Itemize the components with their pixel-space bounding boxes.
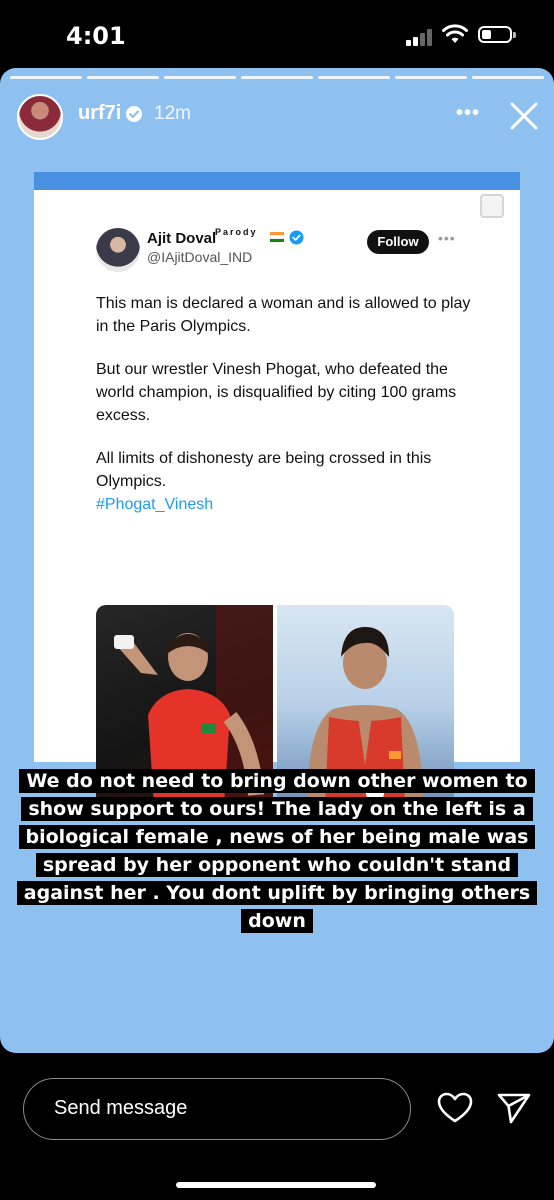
caption-line: We do not need to bring down other women…: [19, 769, 535, 793]
clock: 4:01: [66, 22, 126, 50]
home-indicator[interactable]: [176, 1182, 376, 1188]
caption-line: biological female , news of her being ma…: [18, 825, 536, 849]
story-timestamp: 12m: [154, 103, 191, 124]
caption-line: spread by her opponent who couldn't stan…: [35, 853, 519, 877]
story-username[interactable]: urf7i: [78, 102, 121, 125]
close-icon[interactable]: [506, 98, 542, 134]
caption-line: against her . You dont uplift by bringin…: [16, 881, 538, 905]
tweet-more-icon: •••: [438, 230, 456, 246]
parody-label: Parody: [215, 227, 258, 237]
tweet-body: This man is declared a woman and is allo…: [96, 292, 476, 516]
tweet-paragraph: All limits of dishonesty are being cross…: [96, 450, 432, 490]
send-icon[interactable]: [497, 1092, 531, 1124]
wifi-icon: [442, 24, 468, 43]
story-caption: We do not need to bring down other women…: [10, 767, 544, 935]
tweet-author-name: Ajit Doval: [147, 230, 217, 247]
tweet-paragraph: This man is declared a woman and is allo…: [96, 295, 471, 335]
tweet-card: Ajit Doval Parody @IAjitDoval_IND Follow…: [34, 172, 520, 805]
tweet-author-avatar: [96, 228, 140, 272]
tweet-paragraph: But our wrestler Vinesh Phogat, who defe…: [96, 361, 457, 424]
caption-line: show support to ours! The lady on the le…: [21, 797, 533, 821]
heart-icon[interactable]: [437, 1092, 473, 1124]
status-bar: 4:01: [0, 0, 554, 70]
tweet-author-handle: @IAjitDoval_IND: [147, 249, 253, 265]
india-flag-icon: [270, 232, 284, 242]
story-progress-bars: [10, 76, 544, 79]
user-avatar[interactable]: [17, 94, 63, 140]
story-container[interactable]: urf7i 12m ••• Ajit Doval Parody @IAjitDo…: [0, 68, 554, 1053]
card-top-bar: [34, 172, 520, 190]
battery-icon: [478, 26, 516, 43]
more-options-icon[interactable]: •••: [456, 102, 480, 125]
cellular-signal-icon: [406, 28, 436, 46]
follow-button: Follow: [367, 230, 429, 254]
checkbox-icon: [480, 194, 504, 218]
tweet-hashtag: #Phogat_Vinesh: [96, 496, 214, 513]
send-message-placeholder: Send message: [54, 1097, 188, 1119]
tweet-verified-icon: [289, 230, 304, 245]
caption-line: down: [241, 909, 313, 933]
send-message-input[interactable]: Send message: [23, 1078, 411, 1140]
verified-badge-icon: [126, 106, 142, 122]
